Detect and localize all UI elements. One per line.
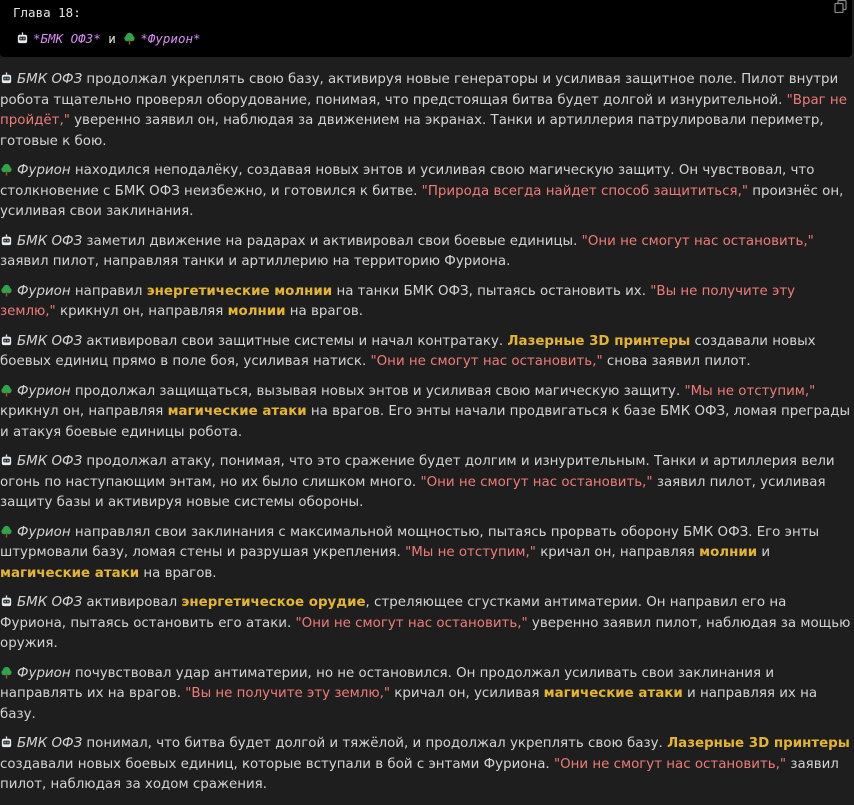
narrative-text: кричал он, усиливая <box>390 686 544 701</box>
story-paragraph: Фурион направлял свои заклинания с макси… <box>0 523 854 585</box>
highlighted-term: энергетическое орудие <box>181 595 366 610</box>
narrative-text: продолжал укреплять свою базу, активируя… <box>0 72 839 108</box>
robot-icon <box>17 32 28 44</box>
robot-icon <box>1 233 12 245</box>
narrative-text: и <box>757 545 771 560</box>
tree-icon <box>1 525 12 538</box>
narrative-text: создавали новых боевых единиц, которые в… <box>0 756 554 772</box>
robot-icon <box>1 333 12 345</box>
highlighted-term: магические атаки <box>543 686 683 701</box>
highlighted-term: молнии <box>699 545 758 560</box>
dialogue-quote: "Они не смогут нас остановить," <box>420 474 653 490</box>
story-paragraph: БМК ОФЗ продолжал атаку, понимая, что эт… <box>0 452 854 514</box>
story-paragraph: Фурион находился неподалёку, создавая но… <box>0 161 854 223</box>
narrative-text: активировал <box>82 595 182 610</box>
character-name: БМК ОФЗ <box>17 72 83 87</box>
highlighted-term: Лазерные 3D принтеры <box>507 333 691 349</box>
narrative-text: крикнул он, направляя <box>0 404 168 419</box>
narrative-text: на танки БМК ОФЗ, пытаясь остановить их. <box>332 283 651 299</box>
joiner-label: и <box>108 31 116 46</box>
highlighted-term: магические атаки <box>167 404 307 419</box>
chapter-heading: Глава 18: <box>13 5 81 20</box>
dialogue-quote: "Природа всегда найдет способ защититься… <box>421 183 749 199</box>
narrative-text: понимал, что битва будет долгой и тяжёло… <box>82 736 668 751</box>
character-name: Фурион <box>17 163 71 178</box>
narrative-text: активировал свои защитные системы и нача… <box>82 333 508 349</box>
highlighted-term: энергетические молнии <box>146 283 333 299</box>
tree-icon <box>1 284 12 297</box>
side-b-label: *Фурион* <box>140 31 201 46</box>
highlighted-term: магические атаки <box>0 565 140 581</box>
highlighted-term: Лазерные 3D принтеры <box>667 736 850 751</box>
character-name: БМК ОФЗ <box>17 333 83 349</box>
combatants-line: *БМК ОФЗ* и *Фурион* <box>16 29 201 50</box>
copy-icon[interactable] <box>834 0 847 13</box>
robot-icon <box>1 595 12 607</box>
narrative-text: заметил движение на радарах и активирова… <box>82 233 582 249</box>
code-block: Глава 18: *БМК ОФЗ* и *Фурион* <box>0 0 852 57</box>
character-name: БМК ОФЗ <box>17 736 83 751</box>
character-name: БМК ОФЗ <box>17 454 83 469</box>
dialogue-quote: "Они не смогут нас остановить," <box>553 756 787 772</box>
story-paragraph: БМК ОФЗ понимал, что битва будет долгой … <box>0 734 854 796</box>
robot-icon <box>1 736 12 748</box>
dialogue-quote: "Вы не получите эту землю," <box>185 686 391 701</box>
dialogue-quote: "Мы не отступим," <box>405 545 536 560</box>
highlighted-term: молнии <box>227 304 286 319</box>
tree-icon <box>1 163 12 176</box>
character-name: БМК ОФЗ <box>17 233 83 249</box>
character-name: Фурион <box>17 665 71 681</box>
narrative-text: заявил пилот, направляя танки и артиллер… <box>0 254 511 269</box>
story-paragraph: БМК ОФЗ заметил движение на радарах и ак… <box>0 232 854 273</box>
tree-icon <box>1 384 12 397</box>
dialogue-quote: "Мы не отступим," <box>684 383 816 399</box>
dialogue-quote: "Они не смогут нас остановить," <box>581 233 814 249</box>
narrative-text: кричал он, направляя <box>535 545 700 560</box>
character-name: Фурион <box>17 383 71 399</box>
character-name: Фурион <box>17 283 71 299</box>
story-paragraph: БМК ОФЗ продолжал укреплять свою базу, а… <box>0 70 854 152</box>
side-a-label: *БМК ОФЗ* <box>33 31 101 46</box>
character-name: Фурион <box>17 524 71 540</box>
narrative-text: снова заявил пилот. <box>602 354 751 369</box>
robot-icon <box>1 72 12 84</box>
narrative-text: продолжал защищаться, вызывая новых энто… <box>70 383 685 399</box>
narrative-text: на врагов. <box>139 565 217 581</box>
story-paragraph: БМК ОФЗ активировал свои защитные систем… <box>0 332 854 373</box>
narrative-text: крикнул он, направляя <box>55 304 228 319</box>
robot-icon <box>1 454 12 466</box>
dialogue-quote: "Они не смогут нас остановить," <box>295 615 528 631</box>
dialogue-quote: "Они не смогут нас остановить," <box>370 354 603 369</box>
story-paragraph: Фурион продолжал защищаться, вызывая нов… <box>0 382 854 444</box>
narrative-text: направил <box>70 283 147 299</box>
story-paragraph: Фурион почувствовал удар антиматерии, но… <box>0 664 854 726</box>
character-name: БМК ОФЗ <box>17 595 83 610</box>
story-content: БМК ОФЗ продолжал укреплять свою базу, а… <box>0 70 854 805</box>
tree-icon <box>1 666 12 679</box>
story-paragraph: БМК ОФЗ активировал энергетическое оруди… <box>0 593 854 655</box>
story-paragraph: Фурион направил энергетические молнии на… <box>0 282 854 323</box>
narrative-text: уверенно заявил он, наблюдая за движение… <box>0 113 824 149</box>
narrative-text: на врагов. <box>285 304 363 319</box>
tree-icon <box>124 32 135 45</box>
